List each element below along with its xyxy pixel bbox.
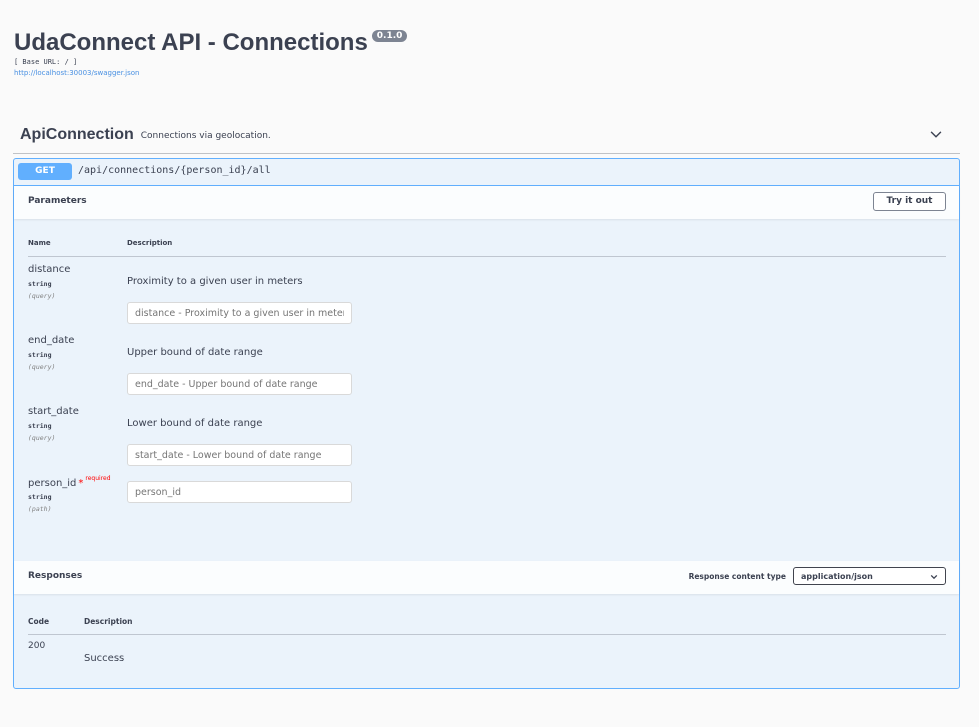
try-it-out-button[interactable]: Try it out (873, 192, 946, 211)
operation-summary[interactable]: GET /api/connections/{person_id}/all (14, 159, 959, 186)
param-desc-distance: Proximity to a given user in meters (127, 276, 303, 287)
divider (28, 256, 946, 257)
end-date-input[interactable] (127, 373, 352, 395)
column-header-response-description: Description (84, 617, 133, 626)
swagger-json-link[interactable]: http://localhost:30003/swagger.json (14, 69, 139, 77)
start-date-input[interactable] (127, 444, 352, 466)
parameters-title: Parameters (28, 196, 87, 206)
response-description: Success (84, 653, 125, 664)
responses-header: Responses Response content type applicat… (14, 561, 959, 594)
divider (28, 634, 946, 635)
operation-get-connections: GET /api/connections/{person_id}/all Par… (13, 158, 960, 689)
param-in-start-date: (query) (28, 434, 56, 442)
param-in-end-date: (query) (28, 363, 56, 371)
tag-description: Connections via geolocation. (140, 131, 271, 141)
column-header-code: Code (28, 617, 50, 626)
param-type-end-date: string (28, 351, 52, 359)
param-name-distance: distance (28, 264, 71, 275)
required-label: required (85, 475, 111, 482)
param-name-end-date: end_date (28, 335, 75, 346)
base-url: [ Base URL: / ] (14, 58, 78, 66)
version-badge: 0.1.0 (371, 30, 408, 42)
param-name-person-id: person_id * required (28, 475, 111, 489)
param-name-person-id-text: person_id (28, 478, 77, 489)
column-header-description: Description (127, 239, 173, 247)
param-in-distance: (query) (28, 292, 56, 300)
operation-path: /api/connections/{person_id}/all (78, 165, 271, 176)
response-content-type-select[interactable]: application/json (793, 567, 946, 585)
api-title-row: UdaConnect API - Connections 0.1.0 (14, 28, 408, 58)
param-desc-end-date: Upper bound of date range (127, 347, 263, 358)
chevron-up-icon[interactable] (929, 127, 943, 141)
param-in-person-id: (path) (28, 505, 52, 513)
param-type-start-date: string (28, 422, 52, 430)
param-type-person-id: string (28, 493, 52, 501)
column-header-name: Name (28, 239, 51, 247)
page-title: UdaConnect API - Connections (14, 29, 368, 56)
param-desc-start-date: Lower bound of date range (127, 418, 263, 429)
tag-name: ApiConnection (20, 126, 134, 143)
tag-header-apiconnection[interactable]: ApiConnection Connections via geolocatio… (13, 117, 960, 154)
method-badge: GET (18, 163, 72, 180)
person-id-input[interactable] (127, 481, 352, 503)
parameters-header: Parameters Try it out (14, 186, 959, 219)
responses-title: Responses (28, 571, 83, 581)
required-star: * (78, 478, 84, 489)
response-content-type-label: Response content type (688, 572, 786, 581)
response-code: 200 (28, 641, 46, 651)
param-name-start-date: start_date (28, 406, 79, 417)
param-type-distance: string (28, 280, 52, 288)
chevron-down-icon (930, 574, 938, 580)
distance-input[interactable] (127, 302, 352, 324)
response-content-type-value: application/json (801, 572, 873, 581)
